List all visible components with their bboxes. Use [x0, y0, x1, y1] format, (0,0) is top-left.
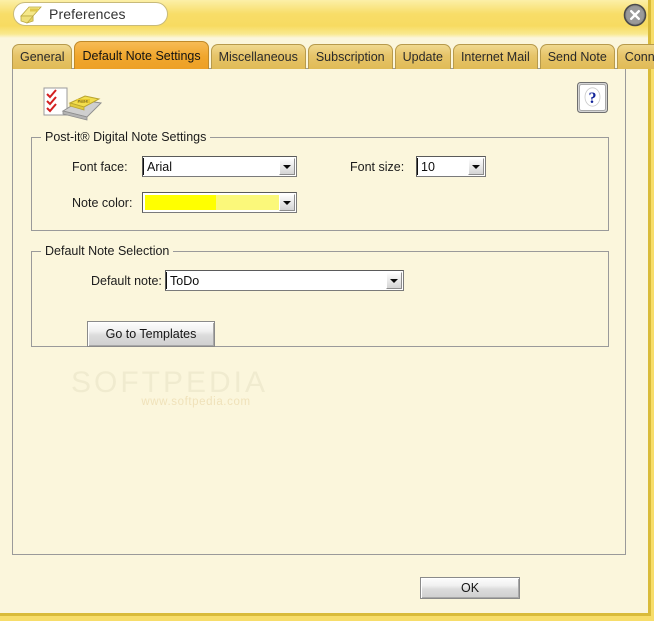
close-icon[interactable] [623, 3, 647, 27]
tab-label: Connections [624, 50, 654, 64]
tab-label: Send Note [547, 50, 607, 64]
sticky-note-icon [20, 5, 42, 24]
ok-button-label: OK [460, 581, 480, 595]
note-settings-group: Post-it® Digital Note Settings Font face… [31, 130, 609, 231]
svg-text:?: ? [589, 90, 597, 107]
go-to-templates-button[interactable]: Go to Templates [87, 321, 215, 347]
tab-label: Default Note Settings [82, 48, 201, 63]
preferences-window: Preferences General Default Note Setting… [0, 0, 654, 621]
tab-strip: General Default Note Settings Miscellane… [12, 41, 654, 69]
chevron-down-icon[interactable] [386, 272, 402, 289]
ok-button[interactable]: OK [420, 577, 520, 599]
chevron-down-icon[interactable] [468, 158, 484, 175]
tab-connections[interactable]: Connections [616, 44, 654, 69]
tab-update[interactable]: Update [394, 44, 451, 69]
note-color-swatch-primary [145, 195, 217, 210]
title-bar: Preferences [0, 0, 654, 34]
note-color-label: Note color: [72, 196, 133, 210]
tab-content-panel: Post-it ? Post-it® Digital Note Settings… [12, 68, 626, 555]
window-title-tab: Preferences [13, 2, 168, 26]
note-settings-group-title: Post-it® Digital Note Settings [41, 130, 211, 144]
default-note-combo[interactable]: ToDo [165, 270, 404, 291]
watermark-sub-text: www.softpedia.com [141, 396, 251, 408]
font-face-label: Font face: [72, 160, 128, 174]
chevron-down-icon[interactable] [279, 158, 295, 175]
tab-subscription[interactable]: Subscription [307, 44, 393, 69]
help-question-icon[interactable]: ? [577, 82, 608, 113]
tab-miscellaneous[interactable]: Miscellaneous [210, 44, 306, 69]
font-face-combo[interactable]: Arial [142, 156, 297, 177]
tab-label: Update [402, 50, 443, 64]
post-it-note-pad-icon: Post-it [41, 85, 103, 128]
tab-default-note-settings[interactable]: Default Note Settings [74, 41, 209, 69]
softpedia-watermark: SOFTPEDIA www.softpedia.com [71, 366, 321, 424]
note-color-combo[interactable] [142, 192, 297, 213]
font-size-combo[interactable]: 10 [416, 156, 486, 177]
watermark-main-text: SOFTPEDIA [71, 366, 269, 399]
tab-send-note[interactable]: Send Note [539, 44, 615, 69]
font-size-label: Font size: [350, 160, 405, 174]
default-note-label: Default note: [91, 274, 162, 288]
note-color-swatch [145, 195, 279, 210]
tab-label: Internet Mail [460, 50, 530, 64]
font-size-value: 10 [417, 157, 468, 176]
note-selection-group-title: Default Note Selection [41, 244, 174, 258]
window-title: Preferences [49, 6, 126, 22]
go-to-templates-label: Go to Templates [105, 327, 197, 341]
tab-general[interactable]: General [12, 44, 73, 69]
svg-text:Post-it: Post-it [78, 100, 88, 104]
tab-label: General [20, 50, 65, 64]
tab-label: Miscellaneous [218, 50, 298, 64]
note-color-swatch-secondary [216, 195, 279, 210]
tab-internet-mail[interactable]: Internet Mail [452, 44, 538, 69]
tab-label: Subscription [315, 50, 385, 64]
chevron-down-icon[interactable] [279, 194, 295, 211]
default-note-value: ToDo [166, 271, 386, 290]
font-face-value: Arial [143, 157, 279, 176]
